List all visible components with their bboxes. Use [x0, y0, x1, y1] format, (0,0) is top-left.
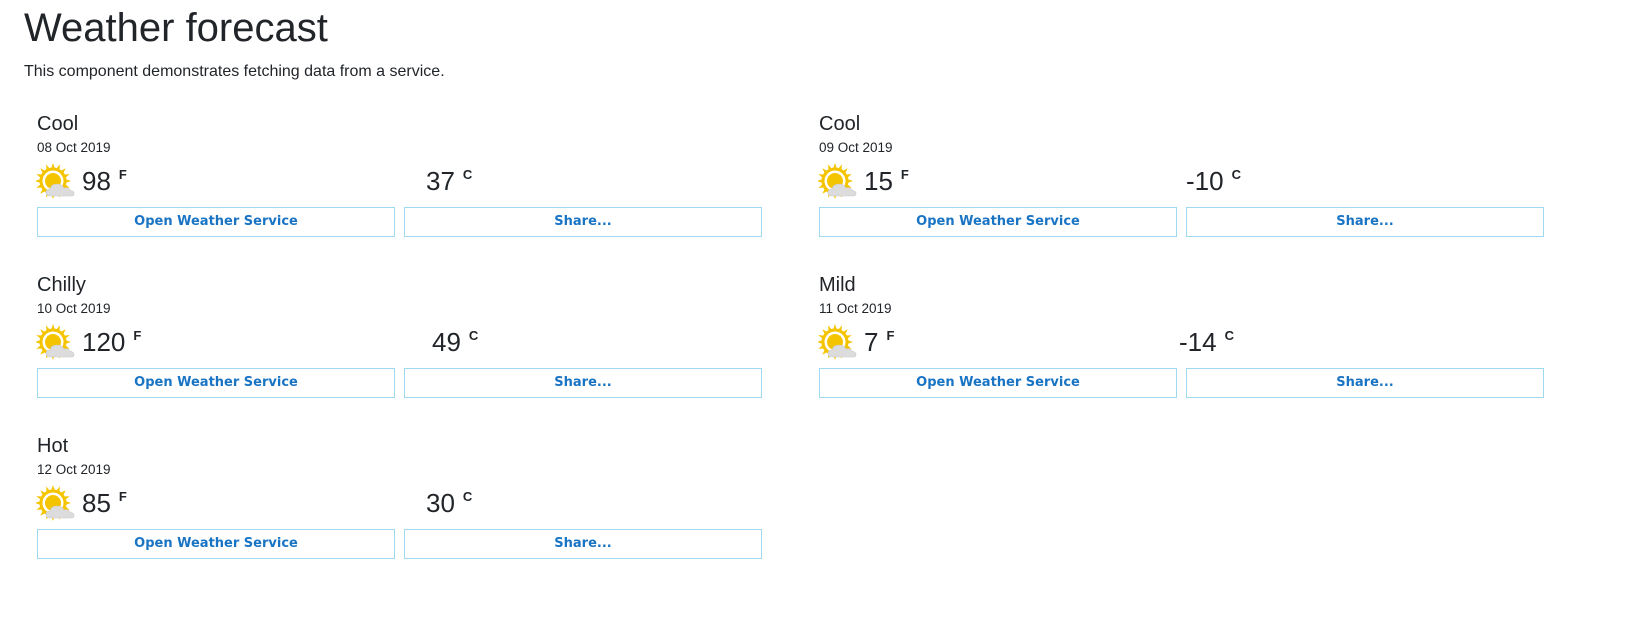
temperature-celsius: -14 C: [1179, 327, 1234, 357]
unit-c-label: C: [1231, 167, 1241, 182]
forecast-summary: Cool: [819, 113, 861, 135]
temperature-fahrenheit: 85 F: [82, 488, 127, 518]
partly-cloudy-icon: [818, 324, 857, 360]
unit-f-label: F: [900, 167, 909, 182]
share-button[interactable]: Share...: [1186, 368, 1544, 398]
temperature-f-value: 98: [82, 166, 111, 196]
forecast-date: 11 Oct 2019: [819, 301, 892, 316]
forecast-card: Mild 11 Oct 2019 7F -14 C Open Weather Se…: [804, 273, 1568, 425]
page-subtitle: This component demonstrates fetching dat…: [24, 63, 445, 80]
unit-c-label: C: [462, 489, 473, 504]
share-button[interactable]: Share...: [404, 529, 762, 559]
temperature-celsius: 30 C: [426, 488, 472, 518]
temperature-fahrenheit: 15 F: [864, 166, 909, 196]
temperature-fahrenheit: 98 F: [82, 166, 127, 196]
forecast-card: Chilly 10 Oct 2019 120 F 49 C Open Weather…: [22, 273, 786, 425]
temperature-f-value: 120: [82, 327, 126, 357]
temperature-celsius: 37 C: [426, 166, 472, 196]
forecast-date: 10 Oct 2019: [37, 301, 111, 316]
temperature-celsius: -10 C: [1186, 166, 1241, 196]
temperature-f-value: 15: [864, 166, 893, 196]
forecast-summary: Mild: [819, 274, 856, 296]
forecast-date: 12 Oct 2019: [37, 462, 111, 477]
partly-cloudy-icon: [36, 324, 75, 360]
temperature-c-value: 30: [426, 488, 455, 518]
forecast-date: 08 Oct 2019: [37, 140, 111, 155]
unit-f-label: F: [118, 167, 127, 182]
temperature-f-value: 7: [864, 327, 879, 357]
temperature-fahrenheit: 120 F: [82, 327, 141, 357]
unit-f-label: F: [133, 328, 142, 343]
forecast-date: 09 Oct 2019: [819, 140, 893, 155]
forecast-summary: Chilly: [37, 274, 86, 296]
share-button[interactable]: Share...: [404, 368, 762, 398]
temperature-c-value: 49: [432, 327, 461, 357]
temperature-c-value: 37: [426, 166, 455, 196]
temperature-fahrenheit: 7F: [864, 327, 894, 357]
partly-cloudy-icon: [818, 163, 857, 199]
unit-f-label: F: [118, 489, 127, 504]
share-button[interactable]: Share...: [404, 207, 762, 237]
open-weather-service-button[interactable]: Open Weather Service: [819, 207, 1177, 237]
partly-cloudy-icon: [36, 485, 75, 521]
forecast-card: Cool 08 Oct 2019 98 F 37 C Open Weather Se…: [22, 112, 786, 264]
forecast-summary: Cool: [37, 113, 79, 135]
page-title: Weather forecast: [24, 6, 328, 50]
unit-f-label: F: [886, 328, 895, 343]
open-weather-service-button[interactable]: Open Weather Service: [37, 207, 395, 237]
unit-c-label: C: [1224, 328, 1234, 343]
open-weather-service-button[interactable]: Open Weather Service: [37, 368, 395, 398]
share-button[interactable]: Share...: [1186, 207, 1544, 237]
unit-c-label: C: [468, 328, 479, 343]
temperature-f-value: 85: [82, 488, 111, 518]
temperature-celsius: 49 C: [432, 327, 478, 357]
open-weather-service-button[interactable]: Open Weather Service: [819, 368, 1177, 398]
partly-cloudy-icon: [36, 163, 75, 199]
forecast-card: Hot 12 Oct 2019 85 F 30 C Open Weather Ser…: [22, 434, 786, 586]
open-weather-service-button[interactable]: Open Weather Service: [37, 529, 395, 559]
temperature-c-value: -10: [1186, 166, 1224, 196]
unit-c-label: C: [462, 167, 473, 182]
forecast-summary: Hot: [37, 435, 69, 457]
temperature-c-value: -14: [1179, 327, 1217, 357]
forecast-card: Cool 09 Oct 2019 15 F -10 C Open Weather S…: [804, 112, 1568, 264]
